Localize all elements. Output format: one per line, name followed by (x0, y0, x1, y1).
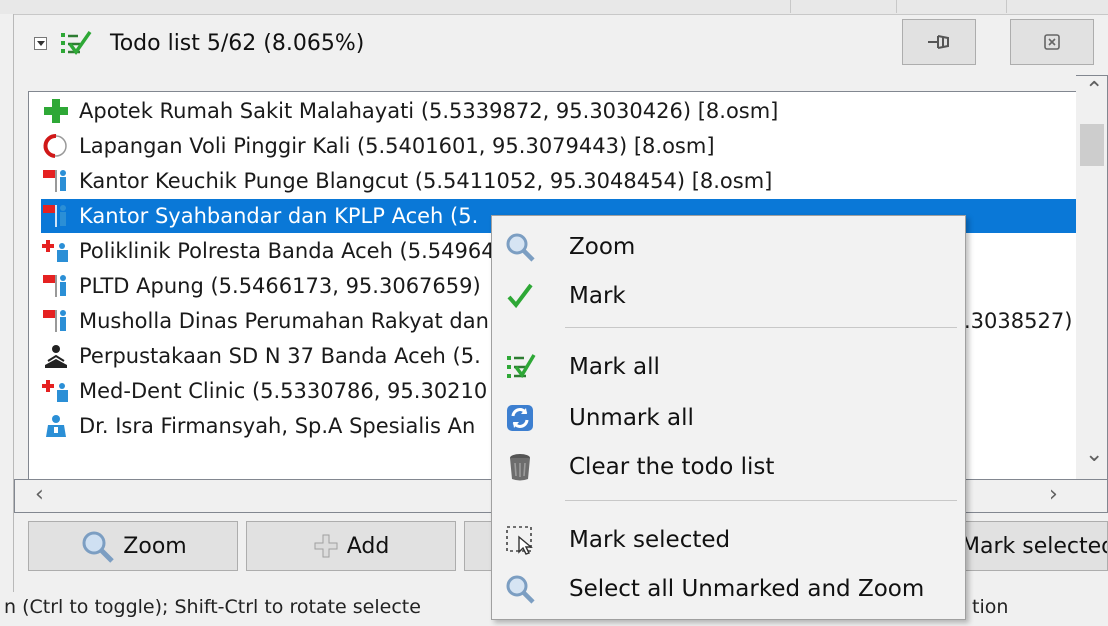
menu-separator (565, 500, 957, 501)
list-item-label: Perpustakaan SD N 37 Banda Aceh (5. (79, 344, 481, 368)
selection-cursor-icon (506, 526, 533, 555)
volleyball-icon (41, 131, 71, 161)
mark-selected-button-label: Mark selected (964, 533, 1108, 559)
refresh-icon (507, 405, 533, 431)
clinic-icon (41, 236, 71, 266)
scroll-up-icon[interactable]: ⌃ (1085, 80, 1103, 102)
panel-title: Todo list 5/62 (8.065%) (110, 31, 365, 56)
collapse-toggle-icon[interactable] (34, 37, 47, 50)
list-item-label: Poliklinik Polresta Banda Aceh (5.54964 (79, 239, 495, 263)
list-item-label: Lapangan Voli Pinggir Kali (5.5401601, 9… (79, 134, 715, 158)
clinic-icon (41, 376, 71, 406)
panel-titlebar: Todo list 5/62 (8.065%) (14, 16, 1108, 70)
menu-item-label: Unmark all (569, 405, 694, 431)
menu-item-label: Select all Unmarked and Zoom (569, 576, 925, 602)
office-icon (41, 306, 71, 336)
plus-icon (314, 534, 338, 558)
status-text-right: tion (972, 596, 1009, 618)
menu-item-mark-all[interactable]: Mark all (496, 345, 961, 389)
menu-item-label: Mark selected (569, 527, 731, 553)
menu-item-label: Clear the todo list (569, 454, 775, 480)
library-icon (41, 341, 71, 371)
menu-item-label: Zoom (569, 234, 636, 260)
previous-panel-button[interactable] (790, 0, 891, 13)
list-item-label: Kantor Keuchik Punge Blangcut (5.5411052… (79, 169, 773, 193)
menu-item-mark[interactable]: Mark (496, 274, 961, 318)
vertical-scrollbar[interactable]: ⌃ ⌄ (1076, 75, 1108, 479)
list-item-label: PLTD Apung (5.5466173, 95.3067659) (79, 274, 481, 298)
left-frame-edge (0, 14, 14, 592)
doctor-icon (41, 411, 71, 441)
menu-item-clear-todo-list[interactable]: Clear the todo list (496, 445, 961, 489)
add-button-label: Add (346, 533, 390, 559)
menu-item-unmark-all[interactable]: Unmark all (496, 396, 961, 440)
office-icon (41, 271, 71, 301)
list-item[interactable]: Kantor Keuchik Punge Blangcut (5.5411052… (41, 164, 1076, 198)
pharmacy-icon (41, 96, 71, 126)
mark-selected-button[interactable]: Mark selected (964, 521, 1108, 571)
menu-item-label: Mark (569, 283, 626, 309)
pin-icon (928, 35, 949, 49)
status-text-left: n (Ctrl to toggle); Shift-Ctrl to rotate… (4, 596, 421, 618)
list-item[interactable]: Lapangan Voli Pinggir Kali (5.5401601, 9… (41, 129, 1076, 163)
remove-button[interactable] (464, 521, 494, 571)
menu-item-label: Mark all (569, 354, 660, 380)
previous-panel-button[interactable] (1006, 0, 1107, 13)
list-item-label: Dr. Isra Firmansyah, Sp.A Spesialis An (79, 414, 476, 438)
list-item-label: Musholla Dinas Perumahan Rakyat dan (79, 309, 489, 333)
magnifier-icon (506, 233, 535, 262)
menu-item-select-unmarked-zoom[interactable]: Select all Unmarked and Zoom (496, 567, 961, 611)
magnifier-icon (506, 575, 535, 604)
magnifier-icon (82, 531, 115, 563)
todo-list-icon (61, 30, 92, 55)
close-icon (1044, 34, 1060, 50)
list-item-overflow-text: .3038527) (964, 309, 1073, 333)
list-item-label: Apotek Rumah Sakit Malahayati (5.5339872… (79, 99, 779, 123)
list-item-label: Med-Dent Clinic (5.5330786, 95.30210 (79, 379, 488, 403)
context-menu: Zoom Mark Mark all Unmark all Clear the … (491, 215, 966, 620)
list-item[interactable]: Apotek Rumah Sakit Malahayati (5.5339872… (41, 94, 1076, 128)
zoom-button[interactable]: Zoom (28, 521, 238, 571)
previous-panel-strip (0, 0, 1108, 15)
scrollbar-thumb[interactable] (1080, 124, 1104, 166)
scroll-right-icon[interactable]: › (1049, 484, 1058, 506)
add-button[interactable]: Add (246, 521, 456, 571)
pin-button[interactable] (902, 19, 976, 65)
menu-separator (565, 327, 957, 328)
menu-item-zoom[interactable]: Zoom (496, 225, 961, 269)
zoom-button-label: Zoom (123, 533, 187, 559)
checkmark-icon (507, 283, 533, 309)
trash-can-icon (510, 454, 530, 481)
close-panel-button[interactable] (1010, 19, 1094, 65)
todo-list-icon (507, 354, 536, 379)
office-icon (41, 166, 71, 196)
scroll-left-icon[interactable]: ‹ (35, 484, 44, 506)
list-item-label: Kantor Syahbandar dan KPLP Aceh (5. (79, 204, 479, 228)
menu-item-mark-selected[interactable]: Mark selected (496, 518, 961, 562)
previous-panel-button[interactable] (896, 0, 1003, 13)
scroll-down-icon[interactable]: ⌄ (1085, 444, 1103, 466)
office-icon (41, 201, 71, 231)
